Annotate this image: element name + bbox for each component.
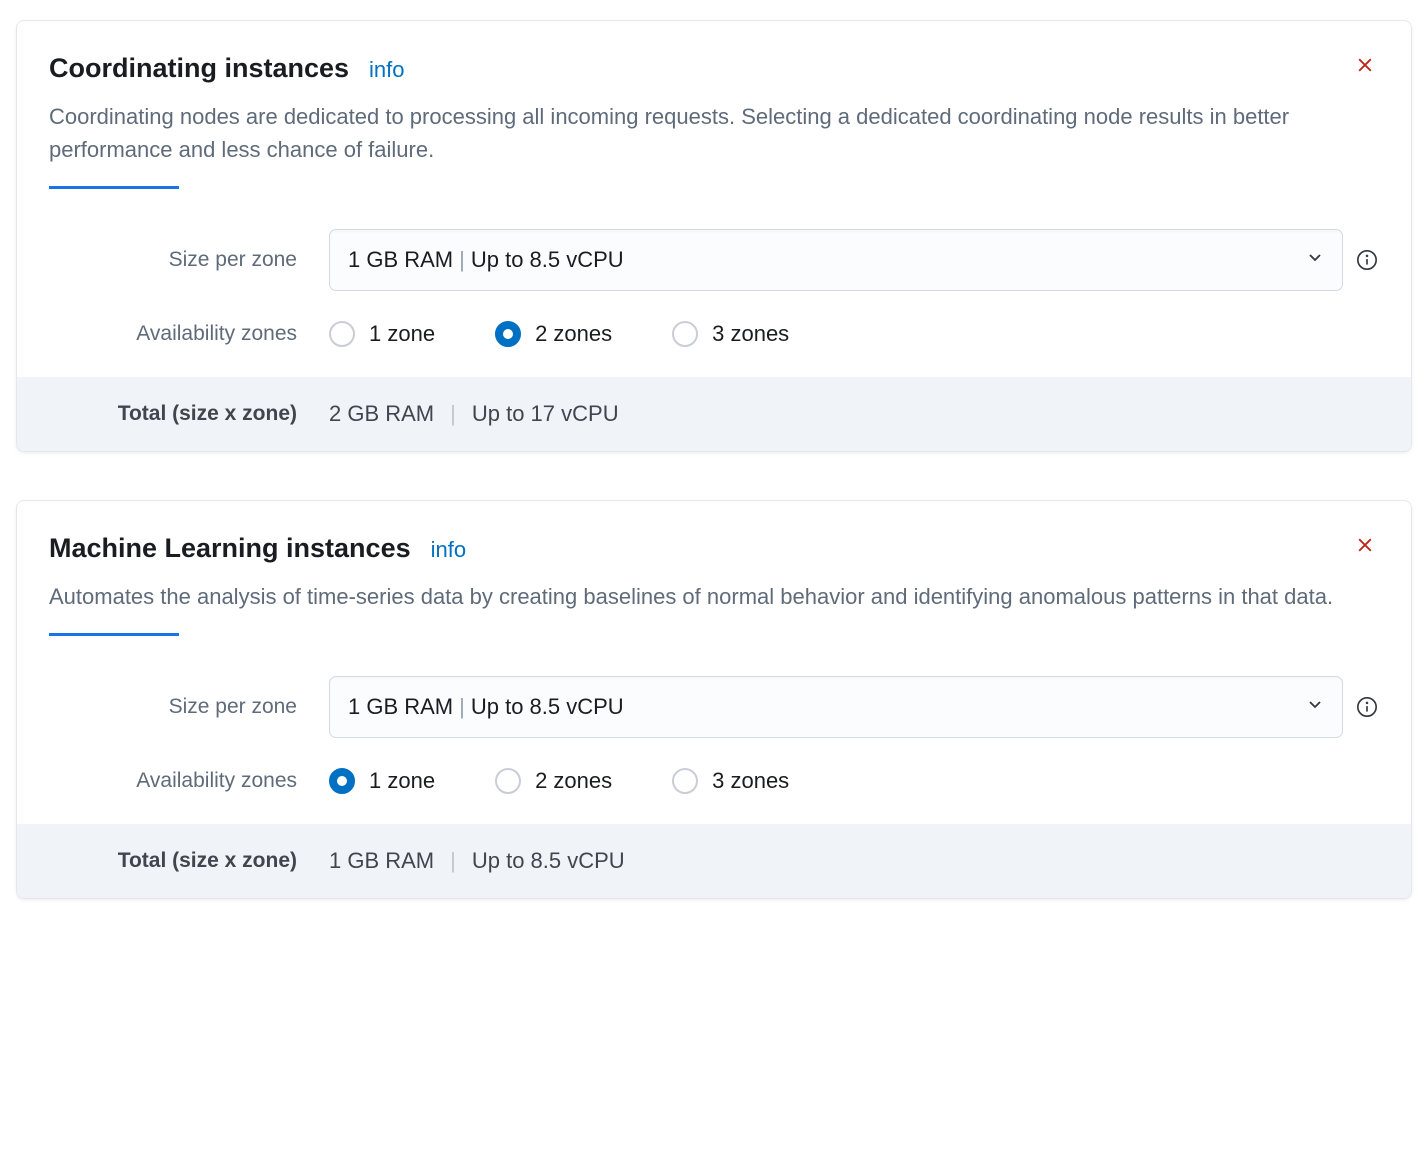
select-separator: | bbox=[459, 247, 465, 273]
total-values: 2 GB RAM | Up to 17 vCPU bbox=[329, 401, 619, 427]
size-info-button[interactable] bbox=[1355, 695, 1379, 719]
radio-icon bbox=[329, 321, 355, 347]
size-control-area: 1 GB RAM | Up to 8.5 vCPU bbox=[329, 229, 1379, 291]
tab-indicator bbox=[49, 186, 179, 189]
zones-control-area: 1 zone 2 zones 3 zones bbox=[329, 768, 1379, 794]
zones-control-area: 1 zone 2 zones 3 zones bbox=[329, 321, 1379, 347]
info-link[interactable]: info bbox=[369, 57, 404, 83]
info-icon bbox=[1356, 696, 1378, 718]
availability-zones-row: Availability zones 1 zone 2 zones 3 zone… bbox=[49, 768, 1379, 794]
card-body: Size per zone 1 GB RAM | Up to 8.5 vCPU bbox=[17, 636, 1411, 824]
radio-icon bbox=[495, 321, 521, 347]
machine-learning-instances-card: Machine Learning instances info Automate… bbox=[16, 500, 1412, 899]
size-select-wrap: 1 GB RAM | Up to 8.5 vCPU bbox=[329, 229, 1343, 291]
total-separator: | bbox=[450, 401, 456, 427]
total-cpu: Up to 17 vCPU bbox=[472, 401, 619, 427]
total-cpu: Up to 8.5 vCPU bbox=[472, 848, 625, 874]
zone-option-1[interactable]: 1 zone bbox=[329, 768, 435, 794]
availability-zones-label: Availability zones bbox=[49, 769, 329, 793]
zone-option-2[interactable]: 2 zones bbox=[495, 321, 612, 347]
zone-label: 3 zones bbox=[712, 768, 789, 794]
availability-zones-row: Availability zones 1 zone 2 zones 3 zone… bbox=[49, 321, 1379, 347]
radio-icon bbox=[329, 768, 355, 794]
zone-label: 1 zone bbox=[369, 768, 435, 794]
card-header: Machine Learning instances info Automate… bbox=[17, 501, 1411, 636]
close-icon bbox=[1355, 535, 1375, 555]
coordinating-instances-card: Coordinating instances info Coordinating… bbox=[16, 20, 1412, 452]
close-button[interactable] bbox=[1351, 531, 1379, 559]
card-body: Size per zone 1 GB RAM | Up to 8.5 vCPU bbox=[17, 189, 1411, 377]
info-icon bbox=[1356, 249, 1378, 271]
card-title: Machine Learning instances bbox=[49, 533, 411, 564]
total-values: 1 GB RAM | Up to 8.5 vCPU bbox=[329, 848, 625, 874]
info-link[interactable]: info bbox=[431, 537, 466, 563]
zones-radio-group: 1 zone 2 zones 3 zones bbox=[329, 768, 789, 794]
total-label: Total (size x zone) bbox=[49, 849, 329, 873]
size-per-zone-row: Size per zone 1 GB RAM | Up to 8.5 vCPU bbox=[49, 676, 1379, 738]
size-per-zone-select[interactable]: 1 GB RAM | Up to 8.5 vCPU bbox=[329, 229, 1343, 291]
size-per-zone-label: Size per zone bbox=[49, 695, 329, 719]
radio-icon bbox=[672, 321, 698, 347]
tab-indicator bbox=[49, 633, 179, 636]
zone-option-2[interactable]: 2 zones bbox=[495, 768, 612, 794]
close-button[interactable] bbox=[1351, 51, 1379, 79]
total-separator: | bbox=[450, 848, 456, 874]
title-row: Machine Learning instances info bbox=[49, 533, 1379, 564]
size-ram-value: 1 GB RAM bbox=[348, 694, 453, 720]
size-info-button[interactable] bbox=[1355, 248, 1379, 272]
card-footer: Total (size x zone) 1 GB RAM | Up to 8.5… bbox=[17, 824, 1411, 898]
total-ram: 2 GB RAM bbox=[329, 401, 434, 427]
size-per-zone-row: Size per zone 1 GB RAM | Up to 8.5 vCPU bbox=[49, 229, 1379, 291]
zone-option-3[interactable]: 3 zones bbox=[672, 321, 789, 347]
availability-zones-label: Availability zones bbox=[49, 322, 329, 346]
title-row: Coordinating instances info bbox=[49, 53, 1379, 84]
card-footer: Total (size x zone) 2 GB RAM | Up to 17 … bbox=[17, 377, 1411, 451]
zone-label: 2 zones bbox=[535, 321, 612, 347]
close-icon bbox=[1355, 55, 1375, 75]
size-cpu-value: Up to 8.5 vCPU bbox=[471, 694, 624, 720]
card-title: Coordinating instances bbox=[49, 53, 349, 84]
zone-option-3[interactable]: 3 zones bbox=[672, 768, 789, 794]
card-description: Automates the analysis of time-series da… bbox=[49, 580, 1379, 613]
total-label: Total (size x zone) bbox=[49, 402, 329, 426]
size-ram-value: 1 GB RAM bbox=[348, 247, 453, 273]
size-cpu-value: Up to 8.5 vCPU bbox=[471, 247, 624, 273]
zone-label: 3 zones bbox=[712, 321, 789, 347]
size-select-wrap: 1 GB RAM | Up to 8.5 vCPU bbox=[329, 676, 1343, 738]
total-ram: 1 GB RAM bbox=[329, 848, 434, 874]
card-header: Coordinating instances info Coordinating… bbox=[17, 21, 1411, 189]
zones-radio-group: 1 zone 2 zones 3 zones bbox=[329, 321, 789, 347]
radio-icon bbox=[495, 768, 521, 794]
zone-option-1[interactable]: 1 zone bbox=[329, 321, 435, 347]
radio-icon bbox=[672, 768, 698, 794]
size-control-area: 1 GB RAM | Up to 8.5 vCPU bbox=[329, 676, 1379, 738]
card-description: Coordinating nodes are dedicated to proc… bbox=[49, 100, 1379, 166]
size-per-zone-select[interactable]: 1 GB RAM | Up to 8.5 vCPU bbox=[329, 676, 1343, 738]
zone-label: 1 zone bbox=[369, 321, 435, 347]
size-per-zone-label: Size per zone bbox=[49, 248, 329, 272]
zone-label: 2 zones bbox=[535, 768, 612, 794]
select-separator: | bbox=[459, 694, 465, 720]
